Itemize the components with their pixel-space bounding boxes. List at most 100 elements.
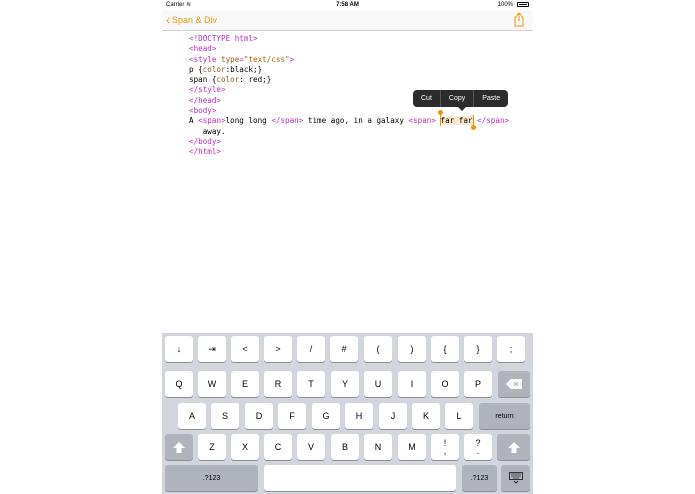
code-line: <body> — [189, 106, 529, 116]
key-down-arrow[interactable]: ↓ — [165, 336, 193, 362]
navigation-bar: ‹ Span & Div — [162, 10, 533, 31]
key-r[interactable]: R — [264, 371, 292, 397]
edit-menu: Cut Copy Paste — [413, 90, 509, 111]
key-z[interactable]: Z — [198, 434, 226, 460]
code-line: p {color:black;} — [189, 65, 529, 75]
css-selector: span { — [189, 75, 217, 85]
key-v[interactable]: V — [297, 434, 325, 460]
key-c[interactable]: C — [264, 434, 292, 460]
key-d[interactable]: D — [245, 403, 273, 429]
key-semicolon[interactable]: ; — [497, 336, 525, 362]
chevron-left-icon: ‹ — [166, 13, 170, 27]
selection-handle-end-knob[interactable] — [470, 125, 476, 131]
text-content: long long — [225, 116, 272, 126]
selection-handle-start[interactable] — [439, 115, 441, 127]
shift-icon — [507, 441, 520, 453]
key-i[interactable]: I — [398, 371, 426, 397]
menu-pointer — [458, 107, 466, 111]
key-tab[interactable]: ⇥ — [198, 336, 226, 362]
backspace-key[interactable] — [498, 371, 530, 397]
back-button[interactable]: ‹ Span & Div — [166, 13, 217, 27]
head-open-tag: <head> — [189, 44, 217, 54]
css-selector: p { — [189, 64, 203, 74]
code-line: </body> — [189, 137, 529, 147]
key-a[interactable]: A — [178, 403, 206, 429]
key-n[interactable]: N — [364, 434, 392, 460]
share-icon[interactable] — [513, 12, 525, 27]
html-close-tag: </html> — [189, 147, 222, 157]
numbers-key-left[interactable]: .?123 — [165, 465, 258, 491]
span-open-tag: <span> — [408, 116, 436, 126]
key-close-paren[interactable]: ) — [398, 336, 426, 362]
shift-key-right[interactable] — [497, 434, 530, 460]
key-greater-than[interactable]: > — [264, 336, 292, 362]
key-g[interactable]: G — [312, 403, 340, 429]
key-e[interactable]: E — [231, 371, 259, 397]
code-line: span {color: red;} — [189, 75, 529, 85]
key-less-than[interactable]: < — [231, 336, 259, 362]
selection-handle-start-knob[interactable] — [437, 110, 443, 116]
style-open-tag: <style — [189, 54, 222, 64]
key-question-period[interactable]: ? . — [464, 434, 492, 460]
code-line: <head> — [189, 44, 529, 54]
key-l[interactable]: L — [445, 403, 473, 429]
battery-percent: 100% — [497, 2, 513, 8]
key-k[interactable]: K — [412, 403, 440, 429]
key-w[interactable]: W — [198, 371, 226, 397]
span-close-tag: </span> — [477, 116, 510, 126]
clock: 7:58 AM — [336, 2, 359, 8]
css-value: : red;} — [239, 75, 272, 85]
key-p[interactable]: P — [464, 371, 492, 397]
key-slash[interactable]: / — [297, 336, 325, 362]
key-close-brace[interactable]: } — [464, 336, 492, 362]
key-u[interactable]: U — [364, 371, 392, 397]
key-m[interactable]: M — [398, 434, 426, 460]
key-exclaim-comma[interactable]: ! , — [431, 434, 459, 460]
code-line: </html> — [189, 147, 529, 157]
dismiss-keyboard-key[interactable] — [501, 465, 530, 491]
key-h[interactable]: H — [345, 403, 373, 429]
span-open-tag: <span> — [198, 116, 226, 126]
key-t[interactable]: T — [297, 371, 325, 397]
code-line: A <span>long long </span> time ago, in a… — [189, 110, 529, 131]
key-b[interactable]: B — [331, 434, 359, 460]
key-f[interactable]: F — [278, 403, 306, 429]
key-open-brace[interactable]: { — [431, 336, 459, 362]
app-window: Carrier ≋ 7:58 AM 100% ‹ Span & Div <!DO… — [162, 0, 533, 494]
key-hash[interactable]: # — [330, 336, 358, 362]
key-s[interactable]: S — [211, 403, 239, 429]
shift-icon — [173, 441, 185, 453]
style-close-tag: </style> — [189, 85, 226, 95]
css-property: color — [202, 64, 226, 74]
keyboard: ↓ ⇥ < > / # ( ) { } ; Q W E R T Y U I O … — [162, 333, 533, 494]
cut-button[interactable]: Cut — [413, 90, 440, 107]
key-j[interactable]: J — [379, 403, 407, 429]
numbers-key-right[interactable]: .?123 — [462, 465, 497, 491]
paste-button[interactable]: Paste — [474, 90, 508, 107]
code-line: <!DOCTYPE html> — [189, 34, 529, 44]
text-content: away. — [189, 126, 226, 136]
key-x[interactable]: X — [231, 434, 259, 460]
span-close-tag: </span> — [271, 116, 304, 126]
body-open-tag: <body> — [189, 106, 217, 116]
code-line: <style type="text/css"> — [189, 55, 529, 65]
key-y[interactable]: Y — [331, 371, 359, 397]
battery-icon — [517, 2, 529, 7]
key-o[interactable]: O — [431, 371, 459, 397]
keyboard-dismiss-icon — [508, 472, 523, 484]
code-line: away. — [189, 127, 529, 137]
body-close-tag: </body> — [189, 136, 222, 146]
text-selection[interactable]: far far — [437, 110, 476, 131]
doctype-tag: <!DOCTYPE html> — [189, 34, 258, 43]
attr-value: "text/css" — [243, 54, 290, 64]
copy-button[interactable]: Copy — [441, 90, 473, 107]
back-button-label: Span & Div — [172, 15, 218, 25]
key-open-paren[interactable]: ( — [364, 336, 392, 362]
space-bar[interactable] — [264, 465, 456, 491]
shift-key-left[interactable] — [165, 434, 193, 460]
text-content: time ago, in a galaxy — [303, 116, 409, 126]
status-bar: Carrier ≋ 7:58 AM 100% — [162, 0, 533, 10]
css-value: :black;} — [225, 64, 263, 74]
key-q[interactable]: Q — [165, 371, 193, 397]
return-key[interactable]: return — [479, 403, 530, 429]
